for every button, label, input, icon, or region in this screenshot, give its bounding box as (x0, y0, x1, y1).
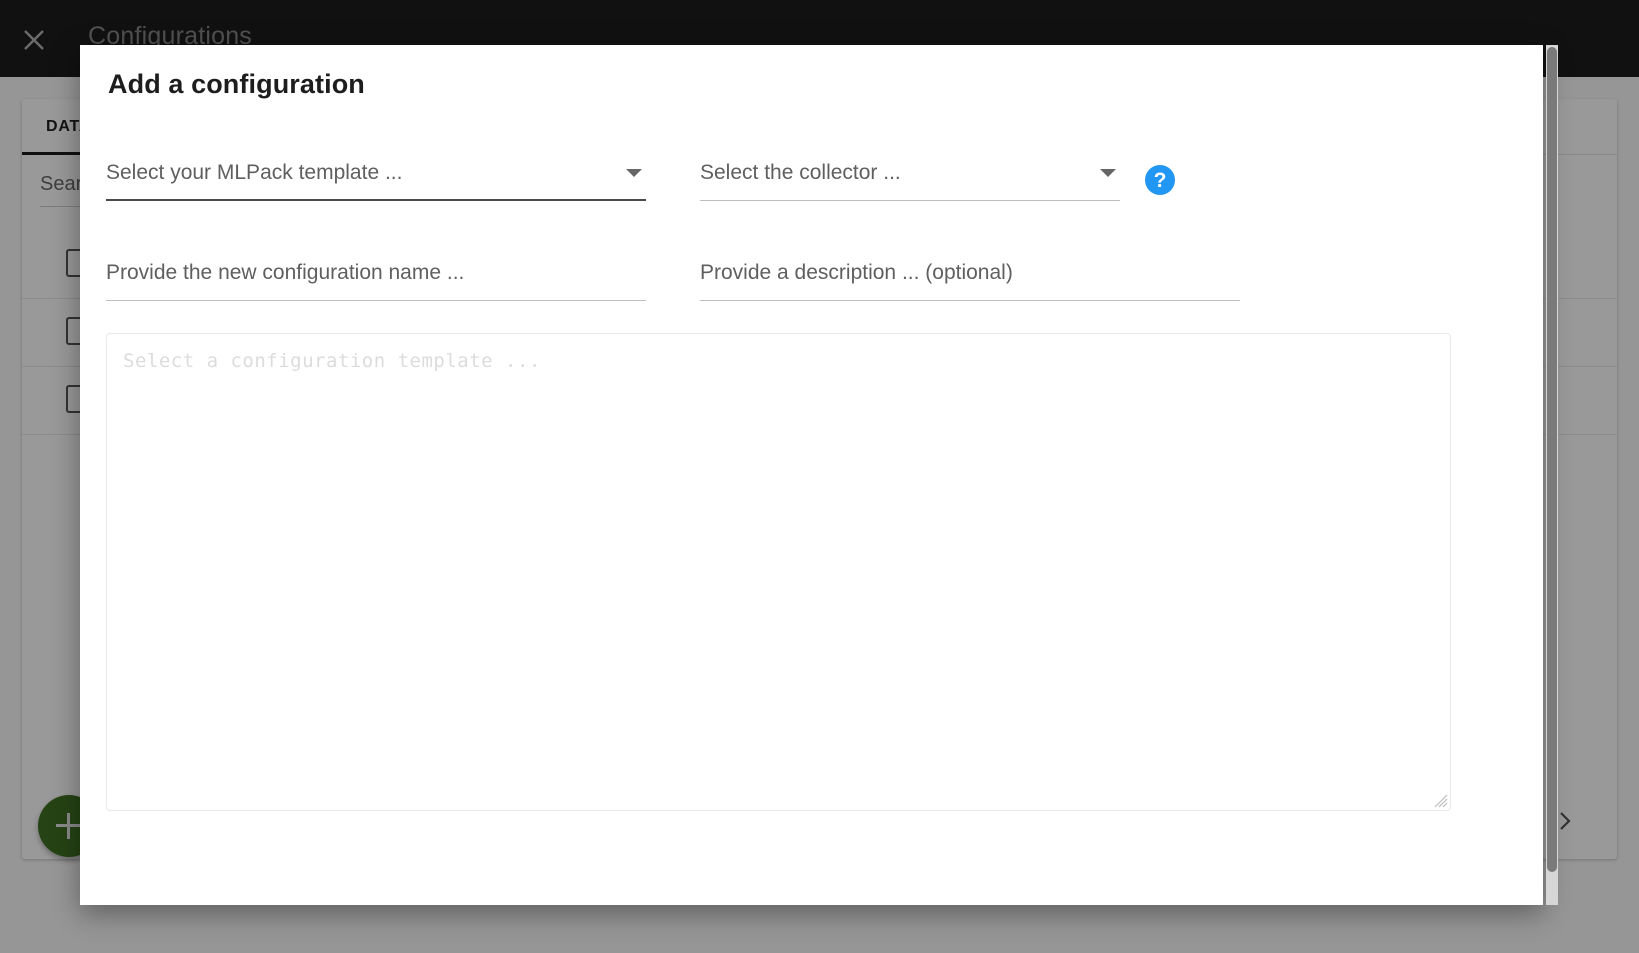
screen: Configurations DATA Search Add a configu… (0, 0, 1639, 953)
plus-icon (56, 813, 82, 839)
field-underline (700, 300, 1240, 301)
resize-handle-icon[interactable] (1434, 794, 1448, 808)
collector-select[interactable]: Select the collector ... (700, 157, 1120, 201)
field-underline (106, 199, 646, 201)
description-input[interactable]: Provide a description ... (optional) (700, 257, 1240, 301)
configuration-template-placeholder: Select a configuration template ... (123, 350, 541, 372)
configuration-name-input[interactable]: Provide the new configuration name ... (106, 257, 646, 301)
configuration-name-placeholder: Provide the new configuration name ... (106, 261, 465, 284)
configuration-template-textarea[interactable]: Select a configuration template ... (106, 333, 1451, 811)
help-icon[interactable]: ? (1145, 165, 1175, 195)
dialog-scrollbar-thumb[interactable] (1547, 47, 1557, 872)
chevron-down-icon (1100, 169, 1116, 177)
mlpack-template-select[interactable]: Select your MLPack template ... (106, 157, 646, 201)
field-underline (106, 300, 646, 301)
add-configuration-dialog: Add a configuration Select your MLPack t… (80, 45, 1543, 905)
description-placeholder: Provide a description ... (optional) (700, 261, 1013, 284)
field-underline (700, 200, 1120, 201)
mlpack-template-select-label: Select your MLPack template ... (106, 161, 403, 184)
chevron-down-icon (626, 169, 642, 177)
dialog-title: Add a configuration (108, 69, 365, 99)
collector-select-label: Select the collector ... (700, 161, 901, 184)
dialog-scrollbar[interactable] (1546, 45, 1558, 905)
